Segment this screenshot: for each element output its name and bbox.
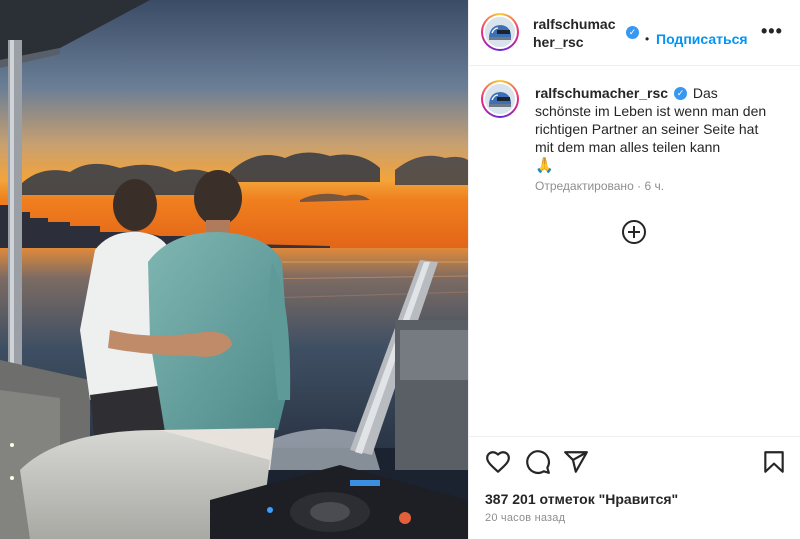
racing-helmet-icon	[485, 84, 515, 114]
bookmark-icon[interactable]	[761, 449, 787, 475]
post-side-panel: ralfschumac her_rsc ✓ • Подписаться •••	[468, 0, 800, 539]
dot-separator: •	[645, 32, 650, 46]
heart-icon[interactable]	[485, 449, 511, 475]
header-username-line-2: her_rsc	[533, 34, 584, 50]
header-username[interactable]: ralfschumac her_rsc	[533, 15, 621, 51]
post-header: ralfschumac her_rsc ✓ • Подписаться •••	[469, 0, 800, 66]
more-options-icon[interactable]: •••	[761, 22, 783, 40]
paper-plane-icon[interactable]	[563, 449, 589, 475]
plus-circle-icon[interactable]	[622, 220, 646, 244]
comment-icon[interactable]	[525, 449, 551, 475]
caption-text: ralfschumacher_rsc ✓ Das schönste im Leb…	[535, 84, 775, 175]
post-photo[interactable]	[0, 0, 468, 539]
verified-badge-icon: ✓	[626, 26, 639, 39]
caption-meta: Отредактировано · 6 ч.	[535, 179, 664, 193]
actions-bar: 387 201 отметок "Нравится" 20 часов наза…	[469, 436, 800, 539]
avatar-image	[485, 17, 515, 47]
avatar[interactable]	[481, 13, 519, 51]
praying-hands-emoji: 🙏	[535, 157, 554, 174]
header-username-line-1: ralfschumac	[533, 16, 616, 32]
likes-count[interactable]: 387 201 отметок "Нравится"	[485, 490, 678, 508]
caption-username[interactable]: ralfschumacher_rsc	[535, 85, 668, 101]
racing-helmet-icon	[485, 17, 515, 47]
posted-time[interactable]: 20 часов назад	[485, 511, 565, 525]
edited-time: 6 ч.	[644, 179, 665, 193]
caption-avatar[interactable]	[481, 80, 519, 118]
verified-badge-icon: ✓	[673, 86, 687, 100]
edited-label: Отредактировано	[535, 179, 634, 193]
follow-button[interactable]: Подписаться	[656, 31, 748, 47]
sunset-boat-photo	[0, 0, 468, 539]
meta-separator: ·	[637, 179, 642, 193]
avatar-image	[485, 84, 515, 114]
